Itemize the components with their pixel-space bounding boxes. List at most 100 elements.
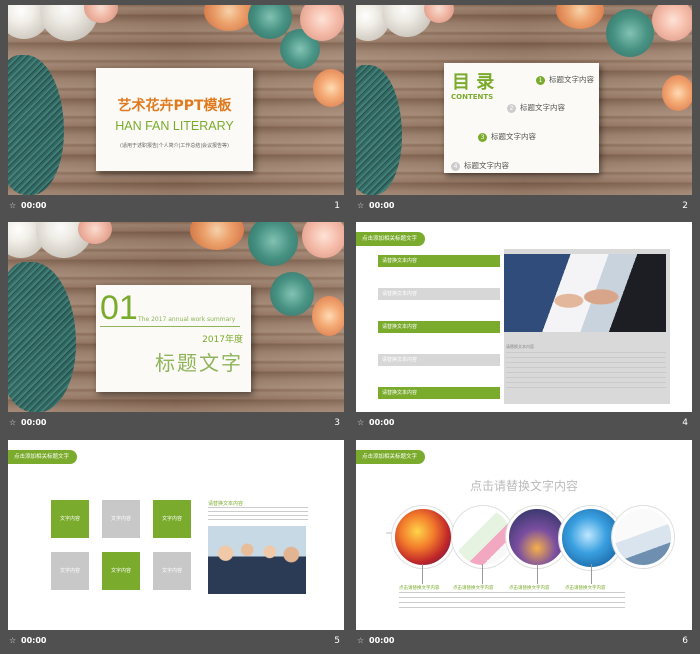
image-caption: 请替换文本内容 bbox=[208, 501, 244, 507]
contents-heading: 目 录 bbox=[452, 72, 495, 93]
slide-timing: 00:00 bbox=[21, 636, 47, 645]
slide-tag: 点击添加相关标题文字 bbox=[8, 450, 78, 464]
placeholder-text-lines bbox=[399, 592, 459, 612]
slide-number: 4 bbox=[682, 418, 688, 428]
slide-number: 5 bbox=[334, 636, 340, 646]
slide-title: 点击请替换文字内容 bbox=[469, 479, 578, 493]
content-row: 请替换文本内容 bbox=[378, 255, 500, 267]
star-icon[interactable]: ☆ bbox=[357, 201, 364, 210]
content-row: 请替换文本内容 bbox=[378, 288, 500, 300]
slide-number: 2 bbox=[682, 201, 688, 211]
team-photo bbox=[208, 526, 306, 594]
flower-decoration bbox=[248, 5, 292, 39]
slide-tag: 点击添加相关标题文字 bbox=[356, 450, 426, 464]
puzzle-piece: 文字内容 bbox=[153, 500, 191, 538]
thumbnail-footer: ☆ 00:00 4 bbox=[356, 412, 692, 436]
flower-decoration bbox=[280, 29, 320, 69]
rose-decoration bbox=[382, 5, 432, 37]
placeholder-text-lines bbox=[453, 592, 513, 612]
flower-decoration bbox=[300, 5, 344, 41]
thumbnail-footer: ☆ 00:00 2 bbox=[356, 195, 692, 219]
title-card: 艺术花卉PPT模板 HAN FAN LITERARY (适用于述职报告|个人简介… bbox=[96, 68, 253, 171]
star-icon[interactable]: ☆ bbox=[9, 201, 16, 210]
flower-decoration bbox=[606, 9, 654, 57]
pointer-line bbox=[482, 564, 483, 584]
content-row: 请替换文本内容 bbox=[378, 321, 500, 333]
slide-timing: 00:00 bbox=[369, 201, 395, 210]
image-caption: 请替换文本内容 bbox=[506, 344, 534, 349]
section-card: 01 The 2017 annual work summary 2017年度 标… bbox=[96, 285, 251, 392]
slide-tag: 点击添加相关标题文字 bbox=[356, 232, 426, 246]
rose-decoration bbox=[8, 5, 50, 39]
flower-decoration bbox=[248, 222, 298, 266]
flower-decoration bbox=[270, 272, 314, 316]
toc-label: 标题文字内容 bbox=[549, 75, 594, 84]
rose-decoration bbox=[40, 5, 98, 41]
slide-timing: 00:00 bbox=[369, 636, 395, 645]
star-icon[interactable]: ☆ bbox=[9, 636, 16, 645]
star-icon[interactable]: ☆ bbox=[357, 418, 364, 427]
toc-number: 2 bbox=[507, 103, 516, 113]
thumbnail-footer: ☆ 00:00 3 bbox=[8, 412, 344, 436]
toc-number: 3 bbox=[478, 132, 487, 142]
flower-decoration bbox=[662, 75, 692, 111]
placeholder-text-lines bbox=[506, 352, 666, 392]
circle-caption: 点击请替换文字内容 bbox=[453, 586, 494, 591]
circle-caption: 点击请替换文字内容 bbox=[399, 586, 440, 591]
slide-number: 3 bbox=[334, 418, 340, 428]
section-summary: The 2017 annual work summary bbox=[138, 316, 236, 323]
slide-number: 6 bbox=[682, 636, 688, 646]
flower-decoration bbox=[84, 5, 118, 23]
rose-decoration bbox=[356, 5, 390, 41]
puzzle-piece: 文字内容 bbox=[102, 500, 140, 538]
slide-canvas: 点击添加相关标题文字 请替换文本内容 请替换文本内容 请替换文本内容 请替换文本… bbox=[356, 222, 692, 412]
flower-decoration bbox=[312, 296, 344, 336]
toc-label: 标题文字内容 bbox=[464, 161, 509, 170]
circle-photo bbox=[612, 506, 674, 568]
circle-caption: 点击请替换文字内容 bbox=[509, 586, 550, 591]
slide-timing: 00:00 bbox=[21, 418, 47, 427]
thumbnail-footer: ☆ 00:00 5 bbox=[8, 630, 344, 654]
toc-number: 1 bbox=[536, 75, 545, 85]
slide-timing: 00:00 bbox=[369, 418, 395, 427]
toc-item[interactable]: 2 标题文字内容 bbox=[507, 102, 565, 113]
thumbnail-footer: ☆ 00:00 1 bbox=[8, 195, 344, 219]
flower-decoration bbox=[78, 222, 112, 244]
flower-decoration bbox=[556, 5, 604, 29]
star-icon[interactable]: ☆ bbox=[9, 418, 16, 427]
toc-item[interactable]: 3 标题文字内容 bbox=[478, 131, 536, 142]
flower-decoration bbox=[424, 5, 454, 23]
section-year: 2017年度 bbox=[202, 335, 243, 345]
fern-decoration bbox=[356, 65, 402, 195]
slide-subtitle: HAN FAN LITERARY bbox=[115, 119, 234, 133]
slide-canvas: 点击添加相关标题文字 点击请替换文字内容 点击请替换文字内容 点击请替换文字内容… bbox=[356, 440, 692, 630]
divider-line bbox=[100, 326, 240, 327]
star-icon[interactable]: ☆ bbox=[357, 636, 364, 645]
pointer-line bbox=[422, 564, 423, 584]
section-title: 标题文字 bbox=[155, 351, 243, 375]
toc-item[interactable]: 4 标题文字内容 bbox=[451, 160, 509, 171]
toc-item[interactable]: 1 标题文字内容 bbox=[536, 74, 594, 85]
placeholder-text-lines bbox=[509, 592, 569, 612]
circle-photo bbox=[452, 506, 514, 568]
pointer-line bbox=[591, 564, 592, 584]
thumbnail-footer: ☆ 00:00 6 bbox=[356, 630, 692, 654]
circle-caption: 点击请替换文字内容 bbox=[565, 586, 606, 591]
contents-heading-en: CONTENTS bbox=[451, 93, 494, 101]
puzzle-piece: 文字内容 bbox=[51, 500, 89, 538]
fern-decoration bbox=[8, 55, 64, 195]
puzzle-piece: 文字内容 bbox=[102, 552, 140, 590]
slide-note: (适用于述职报告|个人简介|工作总结|会议报告等) bbox=[120, 143, 229, 149]
fern-decoration bbox=[8, 262, 76, 412]
flower-decoration bbox=[190, 222, 244, 250]
puzzle-piece: 文字内容 bbox=[51, 552, 89, 590]
content-row: 请替换文本内容 bbox=[378, 354, 500, 366]
slide-canvas: 01 The 2017 annual work summary 2017年度 标… bbox=[8, 222, 344, 412]
circle-photo bbox=[392, 506, 454, 568]
placeholder-text-lines bbox=[565, 592, 625, 612]
slide-canvas: 点击添加相关标题文字 文字内容 文字内容 文字内容 文字内容 文字内容 文字内容… bbox=[8, 440, 344, 630]
flower-decoration bbox=[313, 69, 344, 107]
flower-decoration bbox=[302, 222, 344, 258]
flower-decoration bbox=[652, 5, 692, 41]
slide-timing: 00:00 bbox=[21, 201, 47, 210]
